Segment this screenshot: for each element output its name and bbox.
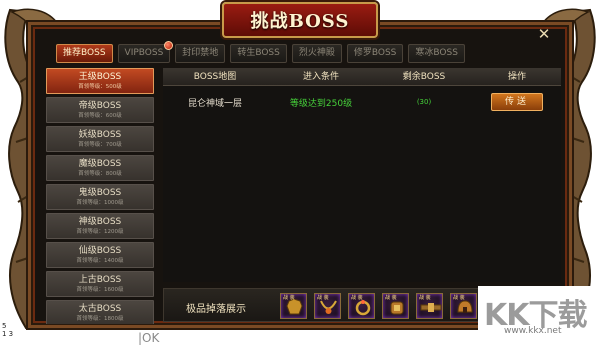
sidebar-item-ancient-boss[interactable]: 上古BOSS 首领等级：1600级 [46, 271, 154, 297]
tab-rebirth-boss[interactable]: 转生BOSS [230, 44, 287, 63]
tier-requirement: 首领等级：600级 [78, 113, 122, 119]
tab-fire-temple[interactable]: 烈火神殿 [291, 44, 342, 63]
corner-line-1: 5 [2, 322, 7, 330]
teleport-button[interactable]: 传送 [491, 93, 543, 111]
column-header-map: BOSS地图 [193, 72, 237, 82]
sidebar-item-king-boss[interactable]: 王级BOSS 首领等级：500级 [46, 68, 154, 94]
tier-requirement: 首领等级：1800级 [76, 316, 124, 322]
cell-action: 传送 [473, 93, 561, 111]
boss-tier-list: 王级BOSS 首领等级：500级 帝级BOSS 首领等级：600级 妖级BOSS… [46, 68, 154, 324]
tab-label: 烈火神殿 [298, 48, 335, 58]
tier-requirement: 首领等级：800级 [78, 171, 122, 177]
corner-counter: 5 1 3 [2, 322, 13, 338]
tier-name: 仙级BOSS [78, 246, 122, 256]
tab-label: 转生BOSS [237, 48, 280, 58]
tab-label: 寒冰BOSS [415, 48, 458, 58]
cell-map: 昆仑神域一层 [187, 98, 242, 109]
item-tag: 战 装 [317, 295, 329, 301]
tier-name: 妖级BOSS [78, 130, 122, 140]
tab-label: 推荐BOSS [63, 48, 106, 58]
table-row: 昆仑神域一层 等级达到250级 (30) 传送 [163, 90, 561, 114]
drop-showcase-label: 极品掉落展示 [186, 304, 246, 315]
item-tag: 战 装 [453, 295, 465, 301]
tab-sealed-land[interactable]: 封印禁地 [175, 44, 226, 63]
tab-recommended-boss[interactable]: 推荐BOSS [56, 44, 113, 63]
tier-name: 魔级BOSS [78, 159, 122, 169]
tab-label: 修罗BOSS [353, 48, 397, 58]
drop-item-belt[interactable]: 战 装 [416, 293, 443, 319]
tab-vip-boss[interactable]: VIPBOSS [117, 41, 174, 63]
sidebar-item-god-boss[interactable]: 神级BOSS 首领等级：1200级 [46, 213, 154, 239]
sidebar-item-devil-boss[interactable]: 魔级BOSS 首领等级：800级 [46, 155, 154, 181]
watermark-logo: KK下载 www.kkx.net [478, 286, 596, 342]
tier-name: 上古BOSS [78, 275, 122, 285]
sidebar-item-immortal-boss[interactable]: 仙级BOSS 首领等级：1400级 [46, 242, 154, 268]
column-header-action: 操作 [507, 72, 526, 82]
sidebar-item-ghost-boss[interactable]: 鬼级BOSS 首领等级：1000级 [46, 184, 154, 210]
column-header-condition: 进入条件 [302, 72, 339, 82]
close-button[interactable]: ✕ [535, 26, 553, 42]
item-tag: 战 装 [283, 295, 295, 301]
tier-name: 鬼级BOSS [78, 188, 122, 198]
notification-badge-icon [164, 41, 174, 50]
dialog-title: 挑战BOSS [222, 2, 378, 38]
tab-label: 封印禁地 [182, 48, 219, 58]
sidebar-item-primordial-boss[interactable]: 太古BOSS 首领等级：1800级 [46, 300, 154, 324]
tab-label: VIPBOSS [124, 48, 164, 58]
tier-requirement: 首领等级：700级 [78, 142, 122, 148]
column-header-remaining: 剩余BOSS [402, 72, 446, 82]
table-header: BOSS地图 进入条件 剩余BOSS 操作 [163, 68, 561, 86]
ok-overlay-text: |OK [138, 331, 160, 345]
cell-condition: 等级达到250级 [289, 98, 353, 109]
tab-asura-boss[interactable]: 修罗BOSS [346, 44, 404, 63]
tier-requirement: 首领等级：1200级 [76, 229, 124, 235]
category-tabs: 推荐BOSS VIPBOSS 封印禁地 转生BOSS 烈火神殿 修罗BOSS 寒… [56, 41, 465, 64]
tier-name: 神级BOSS [78, 217, 122, 227]
drop-item-necklace[interactable]: 战 装 [314, 293, 341, 319]
cell-remaining: (30) [416, 98, 432, 106]
corner-line-2: 1 3 [2, 330, 14, 338]
boss-table: BOSS地图 进入条件 剩余BOSS 操作 昆仑神域一层 等级达到250级 (3… [163, 68, 561, 282]
sidebar-item-demon-boss[interactable]: 妖级BOSS 首领等级：700级 [46, 126, 154, 152]
drop-item-ring[interactable]: 战 装 [348, 293, 375, 319]
item-tag: 战 装 [385, 295, 397, 301]
tier-requirement: 首领等级：1400级 [76, 258, 124, 264]
sidebar-item-emperor-boss[interactable]: 帝级BOSS 首领等级：600级 [46, 97, 154, 123]
drop-item-helmet[interactable]: 战 装 [450, 293, 477, 319]
drop-item-armor[interactable]: 战 装 [280, 293, 307, 319]
game-screen: 挑战BOSS ✕ 推荐BOSS VIPBOSS 封印禁地 转生BOSS 烈火神殿… [0, 0, 600, 346]
tier-name: 帝级BOSS [78, 101, 122, 111]
item-tag: 战 装 [351, 295, 363, 301]
tier-requirement: 首领等级：1000级 [76, 200, 124, 206]
tier-requirement: 首领等级：500级 [78, 84, 122, 90]
tier-requirement: 首领等级：1600级 [76, 287, 124, 293]
tier-name: 王级BOSS [78, 72, 122, 82]
tier-name: 太古BOSS [78, 304, 122, 314]
watermark-url: www.kkx.net [504, 326, 562, 336]
item-tag: 战 装 [419, 295, 431, 301]
tab-ice-boss[interactable]: 寒冰BOSS [408, 44, 465, 63]
drop-item-bracelet[interactable]: 战 装 [382, 293, 409, 319]
